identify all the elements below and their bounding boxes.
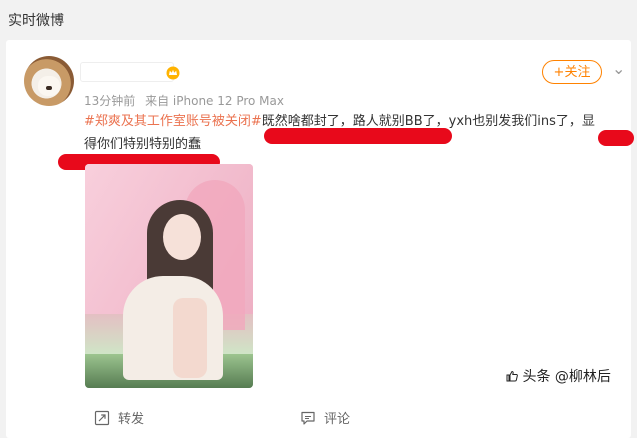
photo-head bbox=[163, 214, 201, 260]
post-text-main: 既然啥都封了，路人就别BB了，yxh也别发我们ins了，显 bbox=[261, 114, 595, 129]
section-title: 实时微博 bbox=[8, 13, 64, 29]
forward-button[interactable]: 转发 bbox=[94, 408, 144, 427]
post-meta: 13分钟前 来自 iPhone 12 Pro Max bbox=[84, 92, 290, 109]
vip-crown-icon bbox=[166, 66, 180, 80]
watermark: 头条 @柳林后 bbox=[506, 366, 611, 386]
post-text-line2: 得你们特别特别的蠢 bbox=[84, 137, 202, 152]
follow-button[interactable]: +关注 bbox=[542, 60, 602, 84]
section-header: 实时微博 bbox=[0, 0, 637, 38]
redaction-mark-3 bbox=[598, 130, 634, 146]
hashtag-link[interactable]: #郑爽及其工作室账号被关闭# bbox=[84, 114, 262, 129]
comment-icon bbox=[301, 411, 315, 425]
post-time[interactable]: 13分钟前 bbox=[84, 94, 135, 108]
photo-legs bbox=[173, 298, 207, 378]
forward-label: 转发 bbox=[118, 412, 145, 427]
action-bar: 转发 评论 bbox=[6, 402, 631, 432]
thumb-up-icon bbox=[506, 370, 518, 382]
comment-button[interactable]: 评论 bbox=[300, 408, 350, 427]
comment-label: 评论 bbox=[324, 412, 351, 427]
chevron-down-icon[interactable]: ⌄ bbox=[612, 60, 626, 80]
forward-icon bbox=[94, 410, 110, 425]
post-photo[interactable] bbox=[85, 164, 253, 388]
post-source: 来自 iPhone 12 Pro Max bbox=[145, 94, 284, 108]
watermark-text: 头条 @柳林后 bbox=[522, 369, 611, 385]
avatar-nose bbox=[46, 86, 52, 90]
avatar[interactable] bbox=[24, 56, 74, 106]
username-redacted[interactable] bbox=[80, 62, 174, 82]
redaction-mark-1 bbox=[264, 128, 452, 144]
